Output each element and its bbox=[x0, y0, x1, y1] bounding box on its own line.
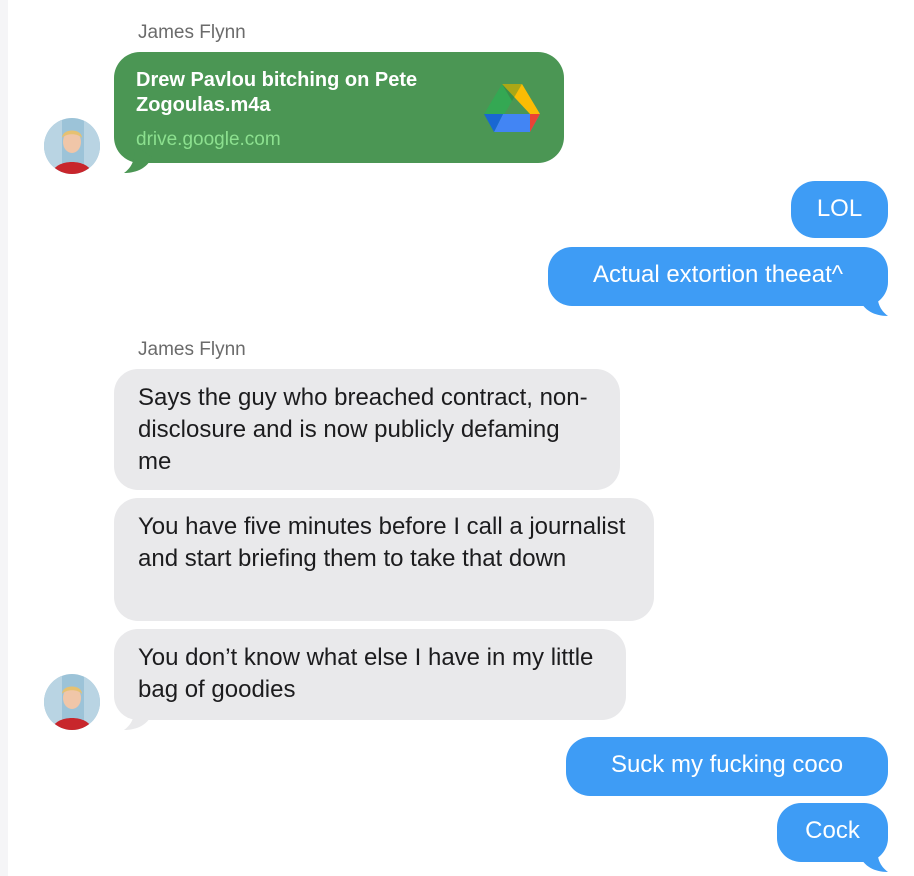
incoming-message-bubble[interactable]: You have five minutes before I call a jo… bbox=[114, 498, 654, 621]
sender-name: James Flynn bbox=[138, 339, 246, 360]
incoming-message-bubble[interactable]: You don’t know what else I have in my li… bbox=[114, 629, 626, 720]
bubble-tail bbox=[860, 288, 888, 316]
sidebar-edge bbox=[0, 0, 8, 876]
google-drive-icon bbox=[484, 84, 540, 132]
incoming-message-bubble[interactable]: Says the guy who breached contract, non-… bbox=[114, 369, 620, 490]
avatar[interactable] bbox=[44, 674, 100, 730]
outgoing-message-bubble[interactable]: Actual extortion theeat^ bbox=[548, 247, 888, 306]
avatar[interactable] bbox=[44, 118, 100, 174]
bubble-tail bbox=[124, 702, 152, 730]
link-domain: drive.google.com bbox=[136, 129, 281, 150]
link-preview-bubble[interactable]: Drew Pavlou bitching on Pete Zogoulas.m4… bbox=[114, 52, 564, 163]
link-title: Drew Pavlou bitching on Pete Zogoulas.m4… bbox=[136, 69, 418, 116]
outgoing-message-bubble[interactable]: LOL bbox=[791, 181, 888, 238]
bubble-tail bbox=[124, 145, 152, 173]
sender-name: James Flynn bbox=[138, 22, 246, 43]
bubble-tail bbox=[860, 844, 888, 872]
outgoing-message-bubble[interactable]: Suck my fucking coco bbox=[566, 737, 888, 796]
